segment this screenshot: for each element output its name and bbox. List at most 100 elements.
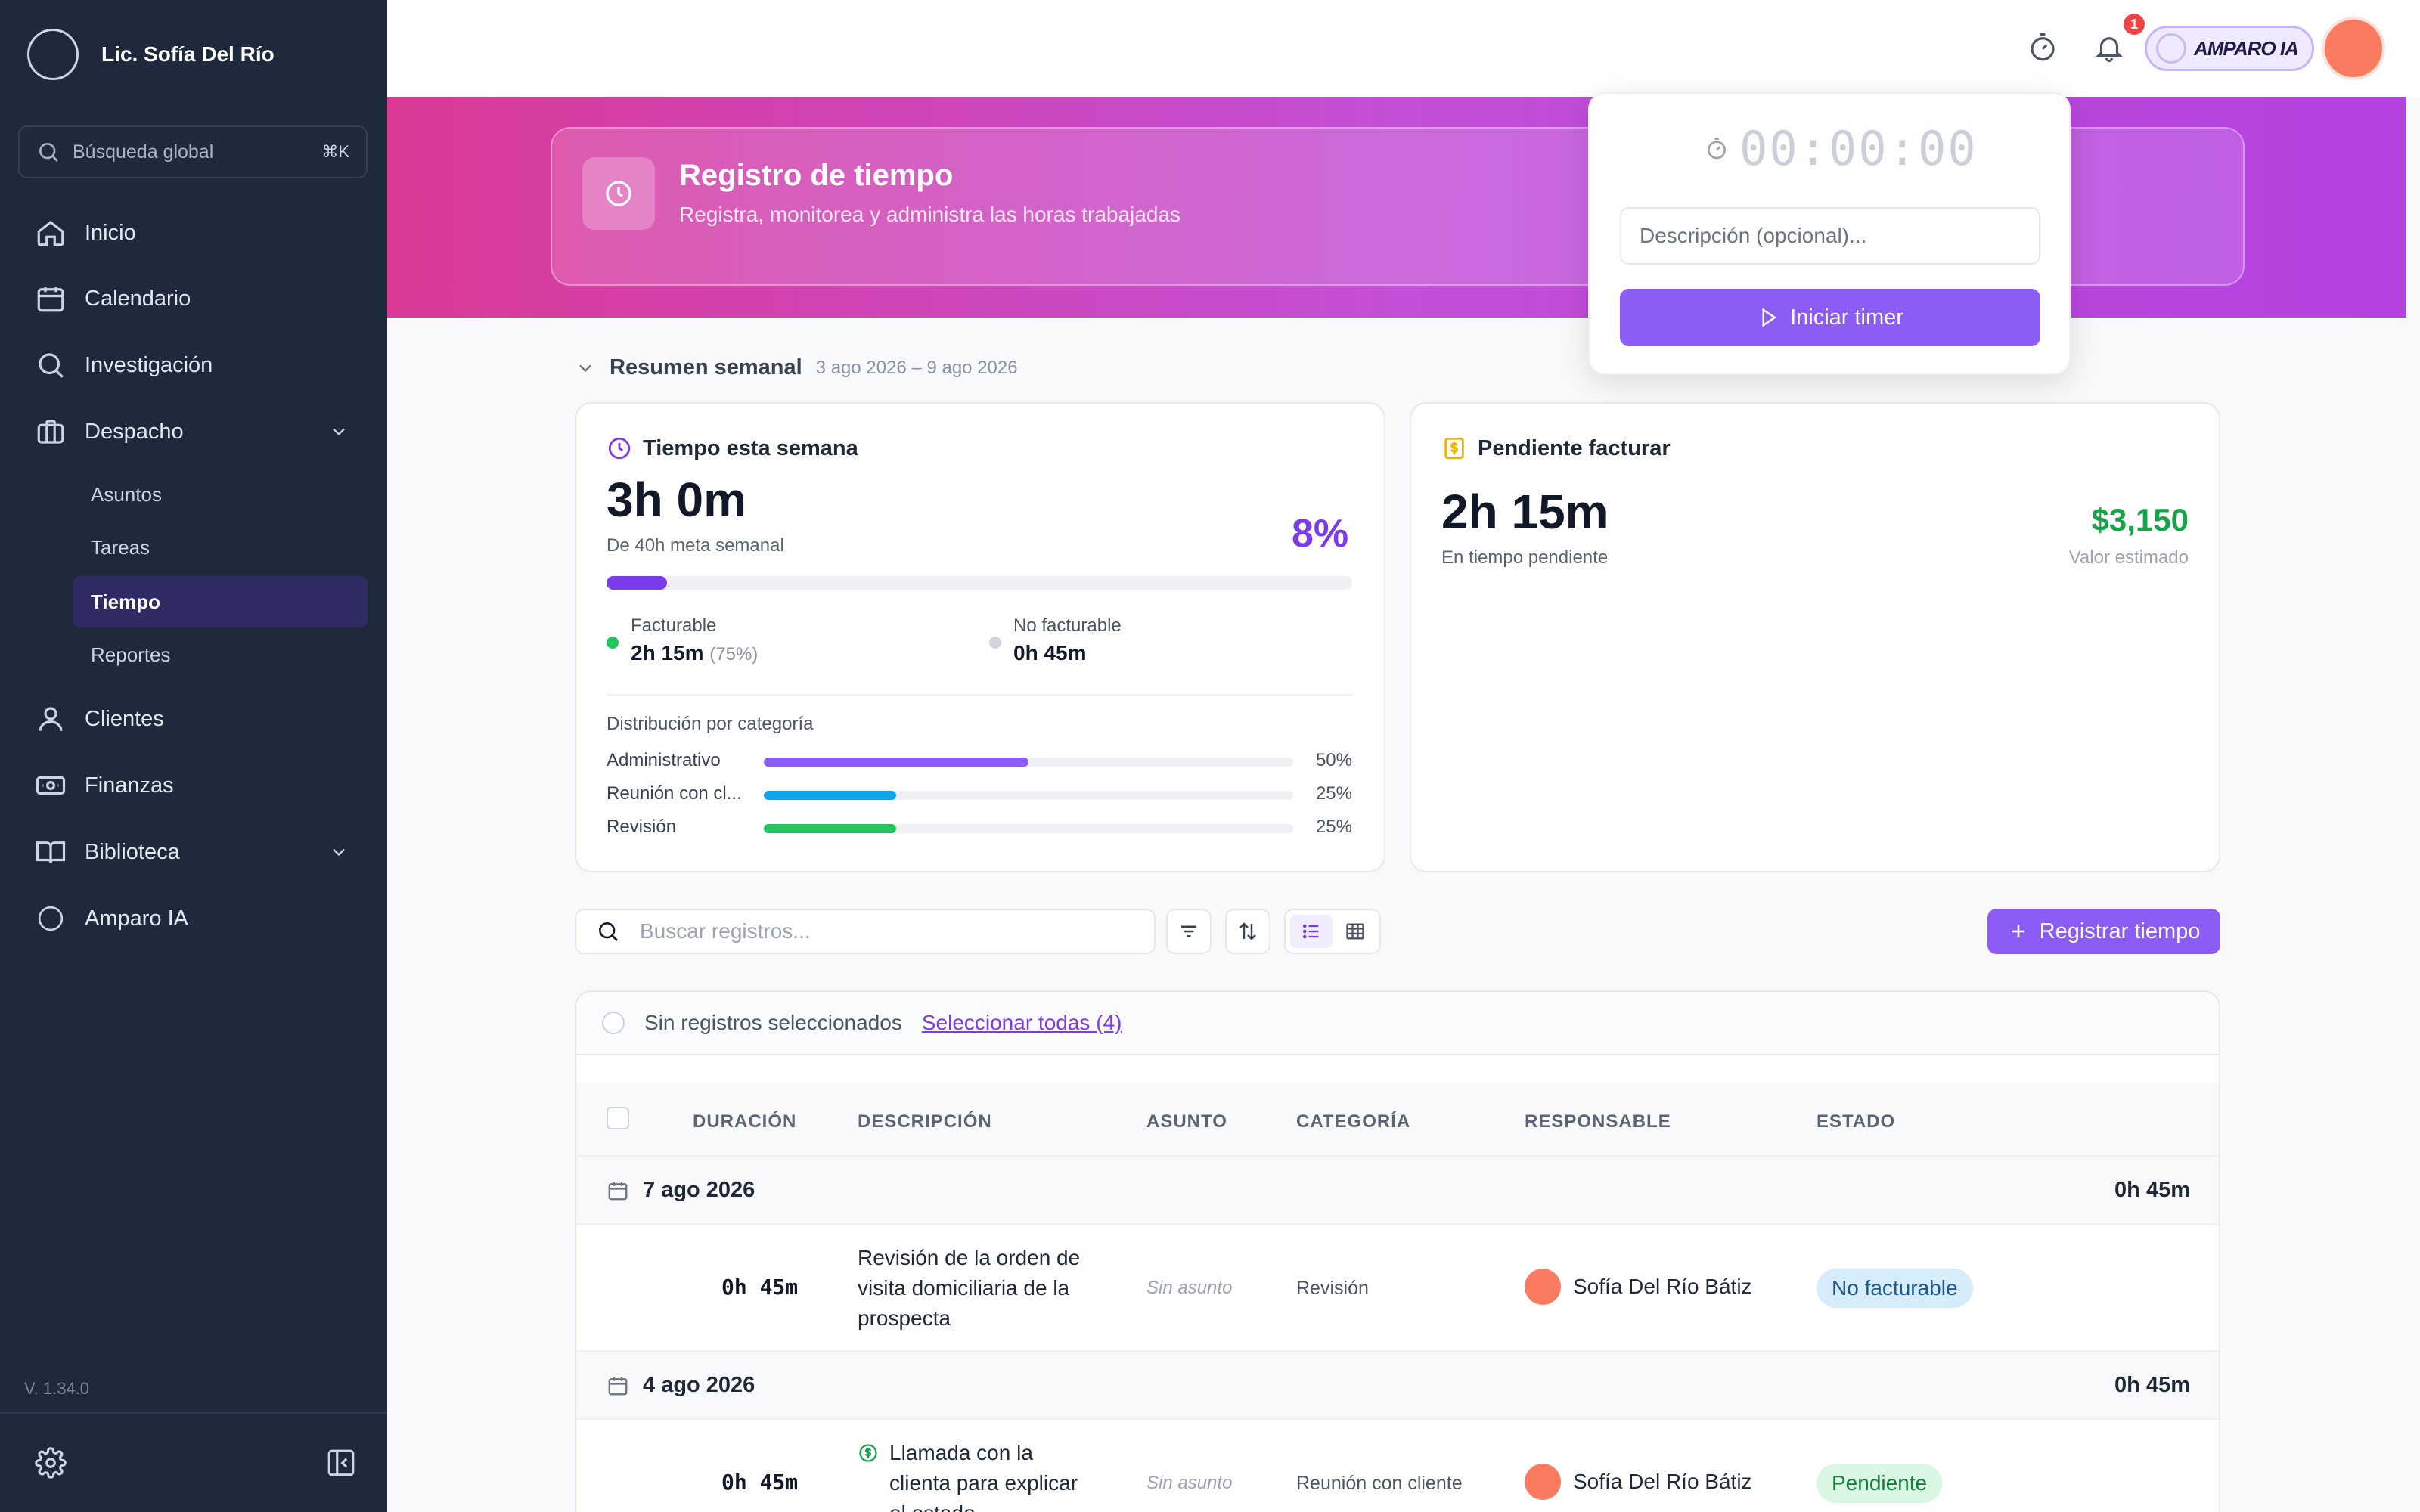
amparo-ia-button[interactable]: AMPARO IA xyxy=(2145,26,2314,71)
amparo-icon xyxy=(38,906,64,931)
column-header-status[interactable]: ESTADO xyxy=(1817,1111,1895,1132)
calendar-icon xyxy=(37,287,64,312)
sidebar-item-asuntos[interactable]: Asuntos xyxy=(73,469,368,520)
column-header-asunto[interactable]: ASUNTO xyxy=(1146,1111,1227,1132)
grid-view-button[interactable] xyxy=(1334,915,1376,948)
column-header-responsible[interactable]: RESPONSABLE xyxy=(1525,1111,1671,1132)
nonbillable-dot xyxy=(989,637,1001,649)
select-all-link[interactable]: Seleccionar todas (4) xyxy=(922,1011,1122,1035)
selection-bar: Sin registros seleccionados Seleccionar … xyxy=(576,992,2219,1055)
search-icon xyxy=(39,353,64,378)
bell-icon[interactable] xyxy=(2093,32,2125,64)
responsible-name: Sofía Del Río Bátiz xyxy=(1573,1275,1752,1298)
table-row[interactable]: 0h 45m Revisión de la orden de visita do… xyxy=(576,1223,2219,1352)
billable-percent: (75%) xyxy=(709,644,759,665)
sidebar-divider xyxy=(0,1412,387,1414)
user-icon xyxy=(39,707,63,731)
weekly-summary-toggle[interactable]: Resumen semanal 3 ago 2026 – 9 ago 2026 xyxy=(575,355,1018,380)
billable-hours: 2h 15m xyxy=(631,641,704,665)
category-bar xyxy=(764,758,1293,767)
clock-icon xyxy=(606,181,631,206)
sidebar-item-reportes[interactable]: Reportes xyxy=(73,629,368,680)
list-view-button[interactable] xyxy=(1290,915,1333,948)
nav-label: Biblioteca xyxy=(85,839,180,864)
row-duration: 0h 45m xyxy=(721,1470,799,1495)
nav-label: Despacho xyxy=(85,419,184,444)
header-checkbox[interactable] xyxy=(607,1107,629,1129)
money-icon xyxy=(36,776,66,795)
nav-label: Finanzas xyxy=(85,773,174,798)
brand[interactable]: Lic. Sofía Del Río xyxy=(27,29,275,80)
nav-label: Investigación xyxy=(85,352,213,377)
calendar-icon xyxy=(608,1182,628,1201)
week-percent: 8% xyxy=(1292,512,1349,556)
amparo-logo xyxy=(2156,33,2186,64)
stopwatch-icon[interactable] xyxy=(2027,32,2059,64)
start-timer-button[interactable]: Iniciar timer xyxy=(1620,289,2040,346)
nav-finanzas[interactable]: Finanzas xyxy=(35,764,174,807)
collapse-sidebar-icon[interactable] xyxy=(325,1447,357,1479)
row-category: Reunión con cliente xyxy=(1296,1473,1463,1494)
page-title: Registro de tiempo xyxy=(679,159,954,192)
global-search[interactable]: Búsqueda global ⌘K xyxy=(18,125,368,178)
avatar[interactable] xyxy=(2322,17,2385,80)
sort-button[interactable] xyxy=(1225,909,1270,954)
nav-clientes[interactable]: Clientes xyxy=(35,698,164,740)
nav-despacho[interactable]: Despacho xyxy=(35,411,345,453)
column-header-description[interactable]: DESCRIPCIÓN xyxy=(858,1111,992,1132)
row-responsible: Sofía Del Río Bátiz xyxy=(1525,1464,1752,1500)
pending-billing-card xyxy=(1410,402,2220,872)
category-row: Administrativo 50% xyxy=(607,750,1352,774)
nonbillable-label: No facturable xyxy=(1013,615,1122,636)
stopwatch-icon xyxy=(1708,137,1726,159)
column-header-category[interactable]: CATEGORÍA xyxy=(1296,1111,1410,1132)
brand-logo xyxy=(27,29,79,80)
filter-button[interactable] xyxy=(1166,909,1212,954)
category-name: Administrativo xyxy=(607,750,721,770)
category-percent: 50% xyxy=(1315,750,1352,770)
group-total: 0h 45m xyxy=(2114,1178,2190,1202)
nav-amparo-ia[interactable]: Amparo IA xyxy=(35,897,188,940)
sidebar: Lic. Sofía Del Río Búsqueda global ⌘K In… xyxy=(0,0,387,1512)
column-header-duration[interactable]: DURACIÓN xyxy=(693,1111,796,1132)
chevron-down-icon[interactable] xyxy=(328,841,349,863)
user-name: Lic. Sofía Del Río xyxy=(101,42,275,66)
gear-icon[interactable] xyxy=(35,1447,67,1479)
table-row[interactable]: 0h 45m Llamada con la clienta para expli… xyxy=(576,1418,2219,1512)
category-row: Revisión 25% xyxy=(607,816,1352,841)
nav-investigacion[interactable]: Investigación xyxy=(35,344,213,386)
notification-badge: 1 xyxy=(2124,14,2145,35)
register-time-label: Registrar tiempo xyxy=(2039,919,2201,943)
week-goal: De 40h meta semanal xyxy=(607,535,784,556)
chevron-down-icon[interactable] xyxy=(328,421,349,442)
records-search-input[interactable]: Buscar registros... xyxy=(575,909,1156,954)
table-icon xyxy=(1346,923,1364,940)
status-badge: No facturable xyxy=(1817,1269,1973,1308)
clock-icon xyxy=(608,437,631,460)
group-total: 0h 45m xyxy=(2114,1373,2190,1397)
avatar xyxy=(1525,1464,1561,1500)
nav-inicio[interactable]: Inicio xyxy=(35,212,136,254)
sidebar-item-tareas[interactable]: Tareas xyxy=(73,522,368,573)
category-bar-fill xyxy=(764,758,1028,767)
select-checkbox[interactable] xyxy=(602,1012,625,1034)
nav-biblioteca[interactable]: Biblioteca xyxy=(35,831,345,873)
card-divider xyxy=(607,694,1352,696)
plus-icon xyxy=(2012,925,2024,938)
row-category: Revisión xyxy=(1296,1278,1369,1299)
nonbillable-value: 0h 45m xyxy=(1013,641,1087,665)
status-badge: Pendiente xyxy=(1817,1464,1943,1503)
avatar xyxy=(1525,1269,1561,1305)
category-percent: 25% xyxy=(1315,816,1352,837)
register-time-button[interactable]: Registrar tiempo xyxy=(1987,909,2220,954)
pending-card-title-text: Pendiente facturar xyxy=(1478,435,1671,460)
timer-description-input[interactable]: Descripción (opcional)... xyxy=(1620,207,2040,265)
global-search-label: Búsqueda global xyxy=(73,141,214,163)
sidebar-item-tiempo[interactable]: Tiempo xyxy=(73,576,368,627)
estimated-value-label: Valor estimado xyxy=(2068,547,2189,568)
category-percent: 25% xyxy=(1315,783,1352,804)
nav-calendario[interactable]: Calendario xyxy=(35,277,191,320)
search-icon xyxy=(599,922,618,941)
category-name: Reunión con cl... xyxy=(607,783,742,804)
hero-clock-tile xyxy=(582,157,655,230)
